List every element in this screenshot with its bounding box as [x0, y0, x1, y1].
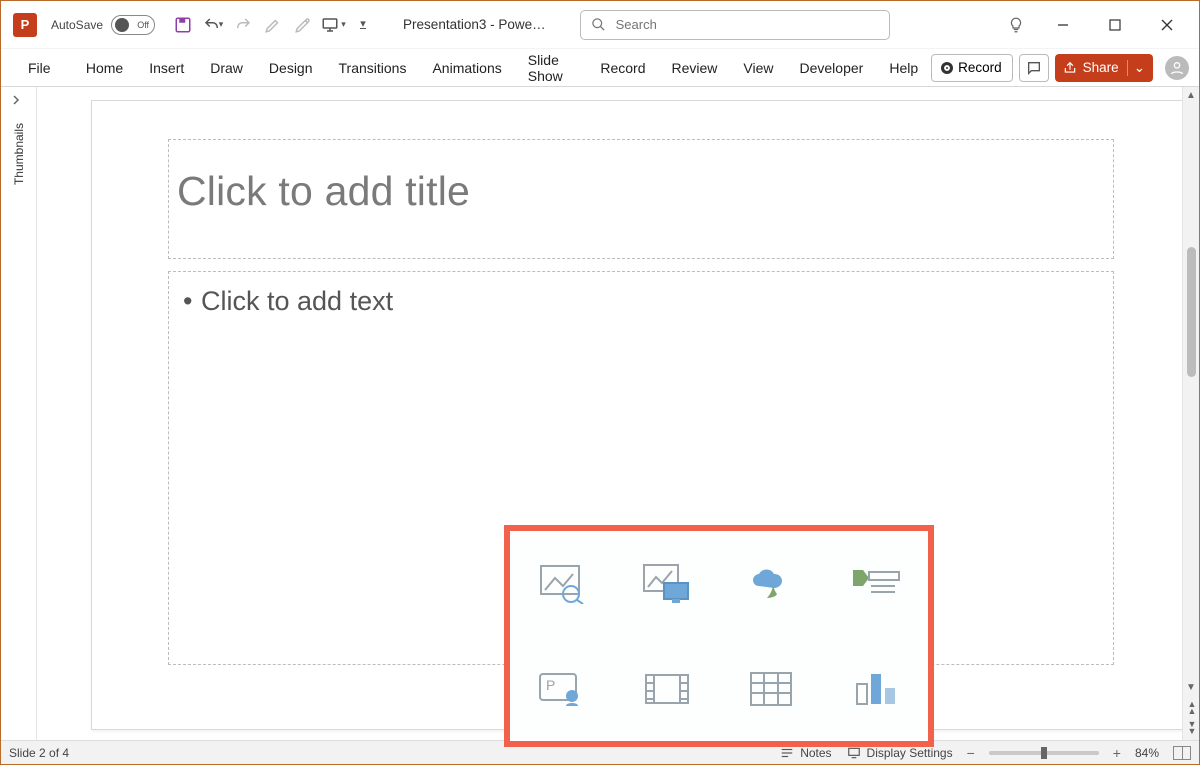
body-placeholder-text: Click to add text: [201, 286, 393, 316]
vertical-scrollbar[interactable]: ▲ ▼ ▲▲ ▼▼: [1182, 87, 1199, 740]
minimize-icon[interactable]: [1041, 5, 1085, 45]
tab-record[interactable]: Record: [587, 53, 658, 83]
zoom-out-button[interactable]: −: [967, 745, 975, 761]
document-title[interactable]: Presentation3 - Powe…: [403, 17, 546, 32]
display-settings-label: Display Settings: [867, 746, 953, 760]
zoom-in-button[interactable]: +: [1113, 745, 1121, 761]
thumbnails-rail[interactable]: Thumbnails: [1, 87, 37, 740]
tab-help[interactable]: Help: [876, 53, 931, 83]
zoom-percentage[interactable]: 84%: [1135, 746, 1159, 760]
content-placeholder-text: •Click to add text: [183, 286, 1101, 317]
tab-file[interactable]: File: [15, 53, 64, 83]
chart-icon[interactable]: [850, 667, 902, 711]
tab-insert[interactable]: Insert: [136, 53, 197, 83]
quick-access-toolbar: ▾ ▾ ▾: [169, 11, 377, 39]
comments-button[interactable]: [1019, 54, 1049, 82]
scrollbar-thumb[interactable]: [1187, 247, 1196, 377]
comment-icon: [1026, 60, 1042, 76]
notes-button[interactable]: Notes: [779, 746, 831, 760]
zoom-slider[interactable]: [989, 751, 1099, 755]
stock-images-icon[interactable]: [536, 562, 588, 606]
tab-design[interactable]: Design: [256, 53, 326, 83]
powerpoint-app-icon: P: [13, 13, 37, 37]
redo-icon[interactable]: [229, 11, 257, 39]
content-insert-icons-highlight: P: [504, 525, 934, 747]
slide-canvas-area[interactable]: Click to add title •Click to add text: [37, 87, 1182, 740]
online-pictures-icon[interactable]: [641, 562, 693, 606]
tab-slide-show[interactable]: Slide Show: [515, 45, 588, 91]
title-bar: P AutoSave Off ▾ ▾ ▾ Presentation3 - Pow…: [1, 1, 1199, 49]
record-label: Record: [958, 60, 1002, 75]
notes-icon: [779, 746, 795, 760]
autosave-label: AutoSave: [51, 18, 103, 32]
display-settings-button[interactable]: Display Settings: [846, 746, 953, 760]
lightbulb-icon[interactable]: [999, 8, 1033, 42]
search-box[interactable]: [580, 10, 890, 40]
fit-to-window-icon[interactable]: [1173, 746, 1191, 760]
toggle-knob: [115, 18, 129, 32]
scroll-up-icon[interactable]: ▲: [1183, 87, 1199, 104]
tab-review[interactable]: Review: [659, 53, 731, 83]
title-placeholder[interactable]: Click to add title: [168, 139, 1114, 259]
search-icon: [591, 17, 606, 32]
record-button[interactable]: Record: [931, 54, 1013, 82]
workspace: Thumbnails Click to add title •Click to …: [1, 87, 1199, 740]
tab-view[interactable]: View: [730, 53, 786, 83]
ink-edit-icon[interactable]: [259, 11, 287, 39]
content-placeholder[interactable]: •Click to add text P: [168, 271, 1114, 665]
notes-label: Notes: [800, 746, 831, 760]
account-avatar[interactable]: [1165, 56, 1189, 80]
share-label: Share: [1083, 60, 1119, 75]
record-dot-icon: [942, 63, 952, 73]
zoom-slider-handle[interactable]: [1041, 747, 1047, 759]
scroll-down-icon[interactable]: ▼: [1183, 679, 1199, 696]
autosave-state: Off: [137, 20, 149, 30]
slide-indicator[interactable]: Slide 2 of 4: [9, 746, 69, 760]
autosave-toggle[interactable]: Off: [111, 15, 155, 35]
cameo-icon[interactable]: P: [536, 667, 588, 711]
chevron-down-icon: ⌄: [1127, 60, 1145, 76]
tab-developer[interactable]: Developer: [787, 53, 877, 83]
thumbnails-label: Thumbnails: [12, 123, 26, 185]
chevron-right-icon[interactable]: [10, 93, 28, 111]
title-placeholder-text: Click to add title: [177, 168, 1101, 215]
touch-mode-icon[interactable]: [289, 11, 317, 39]
share-button[interactable]: Share ⌄: [1055, 54, 1153, 82]
video-icon[interactable]: [641, 667, 693, 711]
save-icon[interactable]: [169, 11, 197, 39]
ribbon-tabs: File Home Insert Draw Design Transitions…: [1, 49, 1199, 87]
present-from-beginning-icon[interactable]: ▾: [319, 11, 347, 39]
restore-icon[interactable]: [1093, 5, 1137, 45]
share-icon: [1063, 61, 1077, 75]
title-right-controls: [999, 5, 1195, 45]
person-icon: [1169, 60, 1185, 76]
slide[interactable]: Click to add title •Click to add text: [92, 101, 1192, 729]
prev-slide-icon[interactable]: ▲▲: [1188, 701, 1195, 715]
customize-qat-icon[interactable]: ▾: [349, 11, 377, 39]
svg-text:P: P: [546, 677, 555, 693]
table-icon[interactable]: [745, 667, 797, 711]
tab-transitions[interactable]: Transitions: [326, 53, 420, 83]
tab-draw[interactable]: Draw: [197, 53, 256, 83]
tab-animations[interactable]: Animations: [419, 53, 514, 83]
tab-home[interactable]: Home: [73, 53, 136, 83]
slide-nav-buttons: ▲▲ ▼▼: [1183, 696, 1199, 740]
display-settings-icon: [846, 746, 862, 760]
next-slide-icon[interactable]: ▼▼: [1188, 721, 1195, 735]
search-input[interactable]: [616, 17, 879, 32]
smartart-icon[interactable]: [850, 562, 902, 606]
undo-icon[interactable]: ▾: [199, 11, 227, 39]
close-icon[interactable]: [1145, 5, 1189, 45]
icons-icon[interactable]: [745, 562, 797, 606]
